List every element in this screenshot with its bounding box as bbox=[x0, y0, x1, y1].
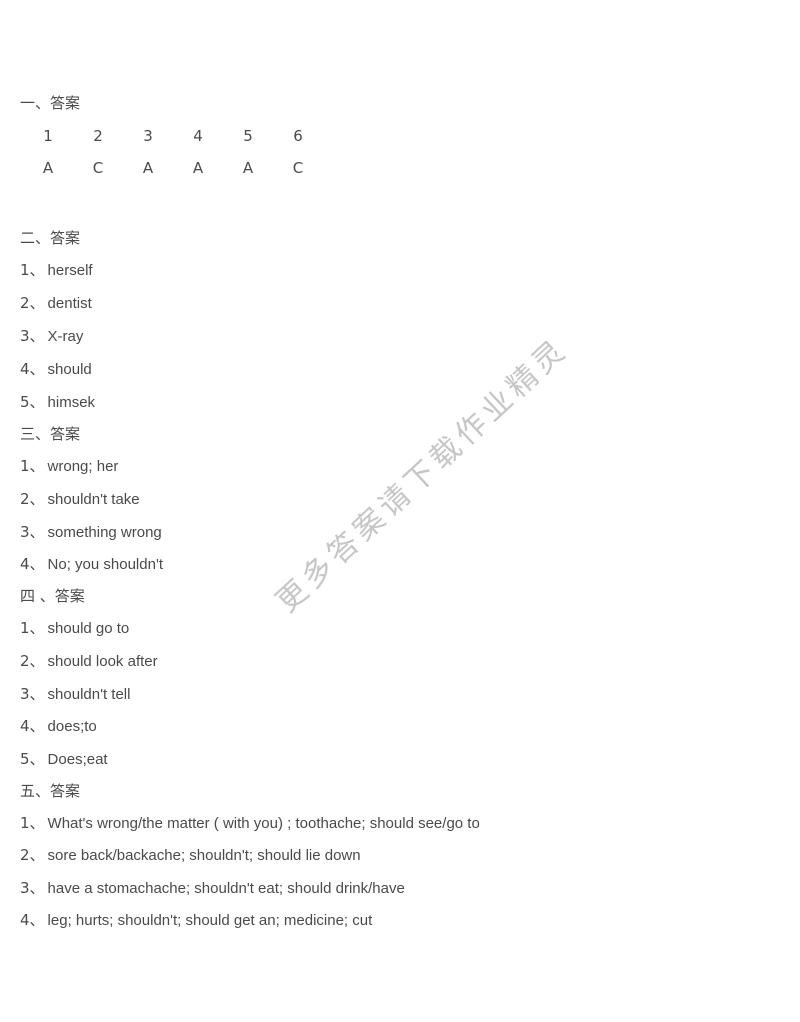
watermark: 更多答案请下载作业精灵 bbox=[265, 331, 575, 619]
item-number: 2、 bbox=[20, 490, 45, 508]
choice-answer-5: A bbox=[242, 159, 254, 177]
item-text: should go to bbox=[47, 620, 130, 637]
item-number: 3、 bbox=[20, 523, 45, 541]
list-item: 4、 should bbox=[20, 358, 92, 379]
list-item: 4、 No; you shouldn't bbox=[20, 553, 163, 574]
item-number: 3、 bbox=[20, 327, 45, 345]
item-text: No; you shouldn't bbox=[47, 556, 163, 573]
list-item: 2、 shouldn't take bbox=[20, 488, 140, 509]
item-number: 2、 bbox=[20, 652, 45, 670]
item-number: 3、 bbox=[20, 879, 45, 897]
item-text: What's wrong/the matter ( with you) ; to… bbox=[47, 815, 480, 832]
list-item: 1、 wrong; her bbox=[20, 455, 118, 476]
item-number: 3、 bbox=[20, 685, 45, 703]
choice-header-4: 4 bbox=[193, 127, 203, 145]
item-number: 4、 bbox=[20, 717, 45, 735]
item-number: 1、 bbox=[20, 261, 45, 279]
choice-answer-3: A bbox=[142, 159, 154, 177]
section-4-heading: 四 、答案 bbox=[20, 587, 85, 605]
list-item: 3、 X-ray bbox=[20, 325, 83, 346]
item-text: sore back/backache; shouldn't; should li… bbox=[47, 847, 361, 864]
item-text: wrong; her bbox=[47, 458, 119, 475]
list-item: 3、 something wrong bbox=[20, 521, 162, 542]
item-number: 4、 bbox=[20, 911, 45, 929]
item-text: Does;eat bbox=[47, 751, 108, 768]
section-1-heading: 一、答案 bbox=[20, 94, 81, 112]
item-number: 4、 bbox=[20, 555, 45, 573]
item-text: should bbox=[47, 361, 92, 378]
item-text: does;to bbox=[47, 718, 97, 735]
item-text: have a stomachache; shouldn't eat; shoul… bbox=[47, 880, 405, 897]
list-item: 2、 should look after bbox=[20, 650, 158, 671]
list-item: 2、 dentist bbox=[20, 292, 92, 313]
list-item: 2、 sore back/backache; shouldn't; should … bbox=[20, 844, 361, 865]
list-item: 3、 shouldn't tell bbox=[20, 683, 130, 704]
choice-answer-2: C bbox=[92, 159, 104, 177]
item-number: 1、 bbox=[20, 619, 45, 637]
item-text: should look after bbox=[47, 653, 158, 670]
list-item: 4、 leg; hurts; shouldn't; should get an; … bbox=[20, 909, 372, 930]
item-text: dentist bbox=[47, 295, 92, 312]
section-2-heading: 二、答案 bbox=[20, 229, 81, 247]
item-text: shouldn't take bbox=[47, 491, 140, 508]
choice-header-2: 2 bbox=[93, 127, 103, 145]
choice-header-6: 6 bbox=[293, 127, 303, 145]
list-item: 1、 What's wrong/the matter ( with you) ; … bbox=[20, 812, 480, 833]
section-3-heading: 三、答案 bbox=[20, 425, 81, 443]
item-number: 2、 bbox=[20, 294, 45, 312]
choice-header-1: 1 bbox=[43, 127, 53, 145]
item-number: 1、 bbox=[20, 457, 45, 475]
item-number: 4、 bbox=[20, 360, 45, 378]
list-item: 4、 does;to bbox=[20, 715, 97, 736]
choice-header-3: 3 bbox=[143, 127, 153, 145]
item-text: leg; hurts; shouldn't; should get an; me… bbox=[47, 912, 373, 929]
list-item: 3、 have a stomachache; shouldn't eat; sho… bbox=[20, 877, 405, 898]
item-text: X-ray bbox=[47, 328, 84, 345]
watermark-text: 更多答案请下载作业精灵 bbox=[269, 330, 576, 620]
choice-answer-4: A bbox=[192, 159, 204, 177]
item-number: 1、 bbox=[20, 814, 45, 832]
item-number: 5、 bbox=[20, 393, 45, 411]
item-text: something wrong bbox=[47, 524, 162, 541]
item-text: herself bbox=[47, 262, 93, 279]
choice-header-5: 5 bbox=[243, 127, 253, 145]
item-number: 5、 bbox=[20, 750, 45, 768]
choice-answer-6: C bbox=[292, 159, 304, 177]
item-number: 2、 bbox=[20, 846, 45, 864]
list-item: 1、 should go to bbox=[20, 617, 129, 638]
list-item: 1、 herself bbox=[20, 259, 93, 280]
choice-answer-1: A bbox=[42, 159, 54, 177]
section-5-heading: 五、答案 bbox=[20, 782, 81, 800]
list-item: 5、 Does;eat bbox=[20, 748, 108, 769]
item-text: himsek bbox=[47, 394, 96, 411]
list-item: 5、 himsek bbox=[20, 391, 95, 412]
item-text: shouldn't tell bbox=[47, 686, 131, 703]
